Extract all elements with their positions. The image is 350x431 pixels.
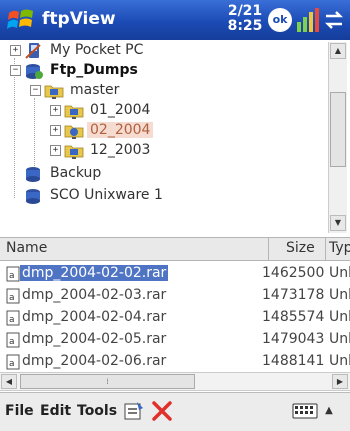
svg-text:a: a — [9, 293, 15, 303]
tree-vertical-scrollbar[interactable]: ▲ ▼ — [328, 42, 347, 233]
file-name: dmp_2004-02-06.rar — [22, 353, 167, 369]
file-list-row[interactable]: a dmp_2004-02-04.rar 1485574 Unk — [0, 307, 350, 329]
file-list-row[interactable]: a dmp_2004-02-06.rar 1488141 Unk — [0, 351, 350, 373]
scrollbar-thumb[interactable]: ⁞ — [20, 374, 195, 389]
ftp-server-icon — [26, 167, 40, 182]
network-folder-icon — [44, 85, 64, 99]
ftp-server-icon — [26, 64, 43, 79]
collapse-button[interactable]: − — [30, 85, 41, 96]
tree-item-label: Ftp_Dumps — [50, 62, 138, 78]
sync-arrows-icon[interactable] — [323, 9, 345, 31]
tree-item-label: 12_2003 — [90, 142, 151, 158]
file-name: dmp_2004-02-03.rar — [22, 287, 167, 303]
file-name: dmp_2004-02-02.rar — [20, 265, 169, 281]
file-size: 1479043 — [262, 331, 325, 347]
network-folder-icon — [64, 105, 84, 119]
tree-item-label: 02_2004 — [87, 122, 154, 138]
column-header-type[interactable]: Typ — [329, 240, 350, 256]
title-bar: ftpView 2/21 8:25 ok — [0, 0, 350, 40]
properties-icon[interactable] — [122, 399, 146, 423]
svg-text:a: a — [9, 315, 15, 325]
file-type: Unk — [329, 265, 350, 281]
ok-button[interactable]: ok — [268, 8, 292, 32]
archive-file-icon: a — [6, 310, 20, 326]
archive-file-icon: a — [6, 288, 20, 304]
file-size: 1473178 — [262, 287, 325, 303]
svg-text:a: a — [9, 271, 15, 281]
file-size: 1462500 — [262, 265, 325, 281]
file-type: Unk — [329, 287, 350, 303]
list-horizontal-scrollbar[interactable]: ◀ ⁞ ▶ — [0, 372, 350, 391]
svg-text:a: a — [9, 337, 15, 347]
expand-button[interactable]: + — [10, 45, 21, 56]
expand-button[interactable]: + — [50, 145, 61, 156]
expand-button[interactable]: + — [50, 105, 61, 116]
file-type: Unk — [329, 309, 350, 325]
file-type: Unk — [329, 331, 350, 347]
date-text: 2/21 — [227, 3, 263, 19]
archive-file-icon: a — [6, 354, 20, 370]
file-list-header: Name Size Typ — [0, 237, 350, 261]
file-name: dmp_2004-02-05.rar — [22, 331, 167, 347]
tree-item-label: master — [70, 82, 120, 98]
windows-start-icon[interactable] — [6, 5, 36, 35]
file-list-row[interactable]: a dmp_2004-02-05.rar 1479043 Unk — [0, 329, 350, 351]
tree-item-label: SCO Unixware 1 — [50, 187, 163, 203]
archive-file-icon: a — [6, 266, 20, 282]
menu-bar: File Edit Tools ▲ — [0, 392, 350, 431]
file-list-row[interactable]: a dmp_2004-02-02.rar 1462500 Unk — [0, 263, 350, 285]
file-list-row[interactable]: a dmp_2004-02-03.rar 1473178 Unk — [0, 285, 350, 307]
network-folder-icon — [64, 125, 84, 139]
scrollbar-thumb[interactable] — [330, 92, 346, 167]
column-header-size[interactable]: Size — [286, 240, 315, 256]
folder-tree[interactable]: + My Pocket PC − Ftp_Dumps − master + 01… — [0, 40, 350, 235]
expand-button[interactable]: + — [50, 125, 61, 136]
scroll-left-arrow-icon[interactable]: ◀ — [1, 374, 17, 389]
pocket-pc-icon — [25, 43, 41, 59]
ftp-server-icon — [26, 189, 40, 204]
connectivity-icon[interactable] — [296, 6, 320, 34]
archive-file-icon: a — [6, 332, 20, 348]
tree-guide-line — [14, 58, 15, 198]
app-title: ftpView — [42, 9, 116, 29]
tree-item-label: Backup — [50, 165, 102, 181]
tree-item-label: 01_2004 — [90, 102, 151, 118]
input-panel-arrow-icon[interactable]: ▲ — [322, 402, 336, 420]
keyboard-icon[interactable] — [292, 402, 318, 420]
column-divider[interactable] — [325, 238, 326, 260]
svg-text:a: a — [9, 359, 15, 369]
menu-file[interactable]: File — [5, 403, 34, 419]
time-text: 8:25 — [227, 18, 263, 34]
file-name: dmp_2004-02-04.rar — [22, 309, 167, 325]
menu-tools[interactable]: Tools — [77, 403, 117, 419]
scroll-right-arrow-icon[interactable]: ▶ — [332, 374, 348, 389]
tree-item-label: My Pocket PC — [50, 42, 144, 58]
menu-edit[interactable]: Edit — [40, 403, 71, 419]
collapse-button[interactable]: − — [10, 65, 21, 76]
delete-icon[interactable] — [150, 399, 174, 423]
column-divider[interactable] — [268, 238, 269, 260]
column-header-name[interactable]: Name — [6, 240, 47, 256]
file-type: Unk — [329, 353, 350, 369]
scroll-down-arrow-icon[interactable]: ▼ — [330, 215, 346, 231]
network-folder-icon — [64, 145, 84, 159]
clock[interactable]: 2/21 8:25 — [224, 4, 266, 34]
file-size: 1485574 — [262, 309, 325, 325]
scroll-up-arrow-icon[interactable]: ▲ — [330, 43, 346, 59]
file-size: 1488141 — [262, 353, 325, 369]
